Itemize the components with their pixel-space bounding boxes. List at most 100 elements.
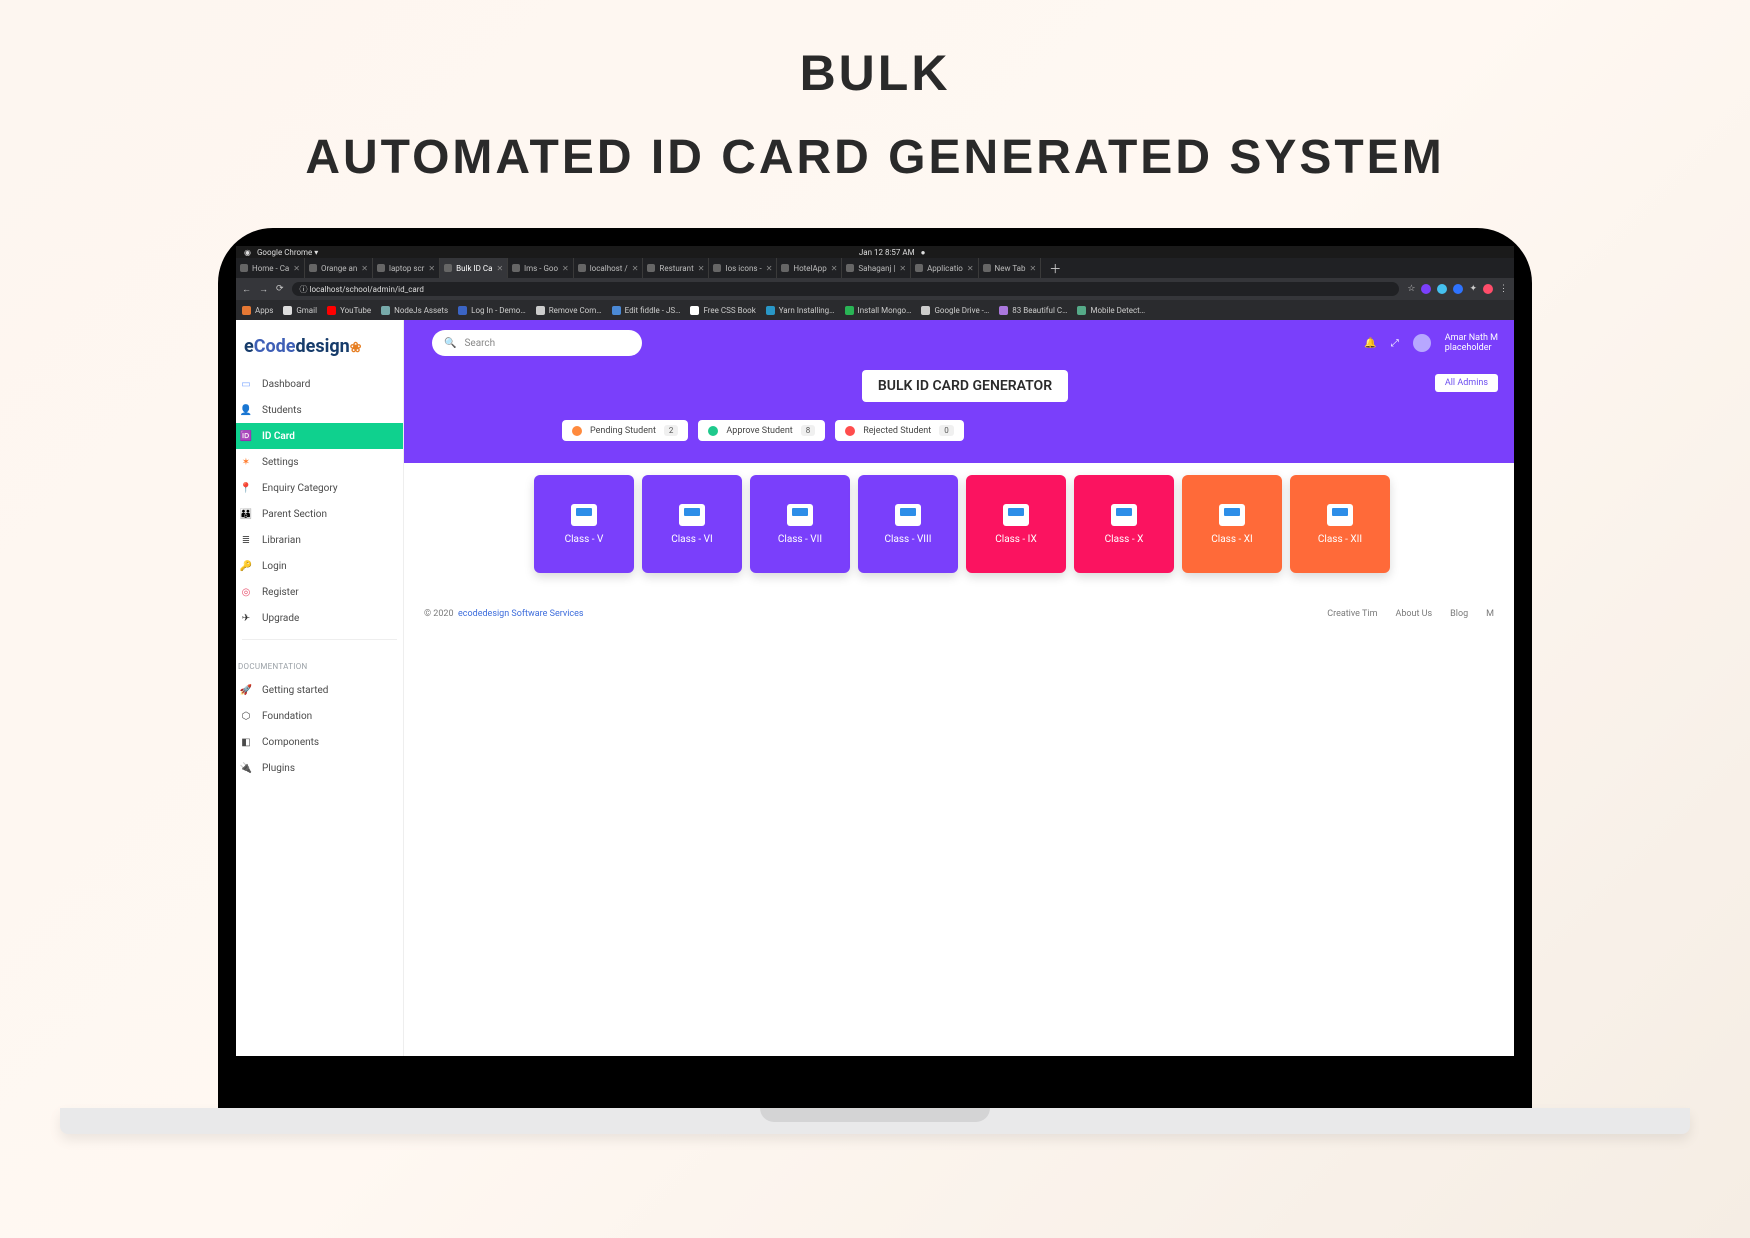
hero-title: BULK AUTOMATED ID CARD GENERATED SYSTEM — [0, 0, 1750, 185]
new-tab-button[interactable]: ＋ — [1041, 258, 1069, 278]
bookmark-item[interactable]: NodeJs Assets — [381, 306, 448, 315]
profile-icon[interactable] — [1483, 284, 1493, 294]
class-card-class-vii[interactable]: Class - VII — [750, 475, 850, 573]
sidebar-item-id-card[interactable]: 🆔ID Card — [236, 423, 403, 449]
browser-tab[interactable]: Applicatio✕ — [911, 258, 978, 278]
bookmark-item[interactable]: Gmail — [283, 306, 317, 315]
nav-label: Plugins — [262, 763, 295, 774]
laptop-screen: ◉Google Chrome ▾ Jan 12 8:57 AM● Home - … — [236, 246, 1514, 1056]
favicon-icon — [647, 264, 655, 272]
close-icon[interactable]: ✕ — [293, 264, 300, 273]
status-pill-pending-student[interactable]: Pending Student2 — [562, 420, 688, 441]
close-icon[interactable]: ✕ — [361, 264, 368, 273]
bookmark-item[interactable]: YouTube — [327, 306, 371, 315]
browser-tab[interactable]: Resturant ✕ — [643, 258, 709, 278]
sidebar-item-login[interactable]: 🔑Login — [236, 553, 403, 579]
ext-icon-3[interactable] — [1453, 284, 1463, 294]
close-icon[interactable]: ✕ — [698, 264, 705, 273]
menu-icon[interactable]: ⋮ — [1499, 284, 1508, 294]
nav-icon: 🆔 — [240, 430, 252, 442]
class-card-class-xii[interactable]: Class - XII — [1290, 475, 1390, 573]
footer-link[interactable]: M — [1486, 609, 1494, 619]
sidebar-doc-foundation[interactable]: ⬡Foundation — [236, 703, 403, 729]
close-icon[interactable]: ✕ — [967, 264, 974, 273]
avatar[interactable] — [1413, 334, 1431, 352]
sidebar-item-enquiry-category[interactable]: 📍Enquiry Category — [236, 475, 403, 501]
status-pill-approve-student[interactable]: Approve Student8 — [698, 420, 825, 441]
bookmark-item[interactable]: Apps — [242, 306, 273, 315]
close-icon[interactable]: ✕ — [766, 264, 773, 273]
bookmark-item[interactable]: Yarn Installing… — [766, 306, 835, 315]
footer-link[interactable]: Blog — [1450, 609, 1468, 619]
tab-label: Resturant — [659, 264, 693, 273]
browser-tab[interactable]: Orange an ✕ — [305, 258, 373, 278]
site-info-icon[interactable]: ⓘ — [300, 284, 308, 295]
search-input[interactable]: 🔍 Search — [432, 330, 642, 356]
status-pill-rejected-student[interactable]: Rejected Student0 — [835, 420, 964, 441]
nav-icon: ✈ — [240, 612, 252, 624]
expand-icon[interactable]: ⤢ — [1391, 338, 1399, 349]
footer-link[interactable]: Creative Tim — [1327, 609, 1377, 619]
bookmark-item[interactable]: Mobile Detect… — [1077, 306, 1145, 315]
close-icon[interactable]: ✕ — [496, 264, 503, 273]
bookmark-item[interactable]: Remove Com… — [536, 306, 602, 315]
class-card-class-xi[interactable]: Class - XI — [1182, 475, 1282, 573]
sidebar-item-students[interactable]: 👤Students — [236, 397, 403, 423]
bookmark-item[interactable]: Install Mongo… — [845, 306, 912, 315]
sidebar-item-upgrade[interactable]: ✈Upgrade — [236, 605, 403, 631]
sidebar-item-librarian[interactable]: ≣Librarian — [236, 527, 403, 553]
sidebar-item-dashboard[interactable]: ▭Dashboard — [236, 371, 403, 397]
class-card-class-vi[interactable]: Class - VI — [642, 475, 742, 573]
class-card-class-viii[interactable]: Class - VIII — [858, 475, 958, 573]
reload-icon[interactable]: ⟳ — [276, 284, 284, 295]
os-app-name[interactable]: Google Chrome ▾ — [257, 248, 318, 257]
os-dot: ● — [921, 248, 926, 257]
browser-tab[interactable]: HotelApp✕ — [777, 258, 842, 278]
bookmark-item[interactable]: Log In - Demo… — [458, 306, 526, 315]
close-icon[interactable]: ✕ — [428, 264, 435, 273]
sidebar-doc-components[interactable]: ◧Components — [236, 729, 403, 755]
browser-tab[interactable]: Ios icons -✕ — [709, 258, 777, 278]
close-icon[interactable]: ✕ — [899, 264, 906, 273]
browser-tab[interactable]: lms - Goo✕ — [508, 258, 574, 278]
close-icon[interactable]: ✕ — [562, 264, 569, 273]
all-admins-button[interactable]: All Admins — [1435, 374, 1498, 392]
company-link[interactable]: ecodedesign Software Services — [458, 609, 584, 619]
footer-link[interactable]: About Us — [1395, 609, 1432, 619]
close-icon[interactable]: ✕ — [831, 264, 838, 273]
bell-icon[interactable]: 🔔 — [1364, 338, 1376, 349]
browser-tab[interactable]: localhost /✕ — [574, 258, 644, 278]
star-icon[interactable]: ☆ — [1407, 284, 1415, 294]
browser-tab[interactable]: Sahaganj |✕ — [842, 258, 911, 278]
extensions-icon[interactable]: ✦ — [1469, 284, 1477, 294]
close-icon[interactable]: ✕ — [1030, 264, 1037, 273]
bookmark-item[interactable]: 83 Beautiful C… — [999, 306, 1067, 315]
sidebar-item-settings[interactable]: ✶Settings — [236, 449, 403, 475]
close-icon[interactable]: ✕ — [632, 264, 639, 273]
logo[interactable]: eCodedesign❀ — [236, 320, 403, 371]
sidebar-item-register[interactable]: ◎Register — [236, 579, 403, 605]
bookmark-item[interactable]: Google Drive -… — [921, 306, 989, 315]
nav-icon: ✶ — [240, 456, 252, 468]
bookmark-item[interactable]: Free CSS Book — [690, 306, 755, 315]
browser-tab[interactable]: Bulk ID Ca✕ — [440, 258, 508, 278]
forward-icon[interactable]: → — [259, 284, 268, 295]
class-card-class-x[interactable]: Class - X — [1074, 475, 1174, 573]
sidebar-doc-getting-started[interactable]: 🚀Getting started — [236, 677, 403, 703]
bookmark-item[interactable]: Edit fiddle - JS… — [612, 306, 681, 315]
doc-header: DOCUMENTATION — [236, 648, 403, 677]
ext-icon-1[interactable] — [1421, 284, 1431, 294]
url-input[interactable]: ⓘ localhost/school/admin/id_card — [292, 282, 1400, 296]
bookmark-icon — [612, 306, 621, 315]
ext-icon-2[interactable] — [1437, 284, 1447, 294]
class-card-class-ix[interactable]: Class - IX — [966, 475, 1066, 573]
tab-label: Orange an — [321, 264, 357, 273]
class-card-class-v[interactable]: Class - V — [534, 475, 634, 573]
sidebar-doc-plugins[interactable]: 🔌Plugins — [236, 755, 403, 781]
back-icon[interactable]: ← — [242, 284, 251, 295]
sidebar-item-parent-section[interactable]: 👪Parent Section — [236, 501, 403, 527]
browser-tab[interactable]: laptop scr✕ — [373, 258, 440, 278]
browser-tab[interactable]: New Tab✕ — [979, 258, 1042, 278]
bookmark-icon — [458, 306, 467, 315]
browser-tab[interactable]: Home - Ca✕ — [236, 258, 305, 278]
